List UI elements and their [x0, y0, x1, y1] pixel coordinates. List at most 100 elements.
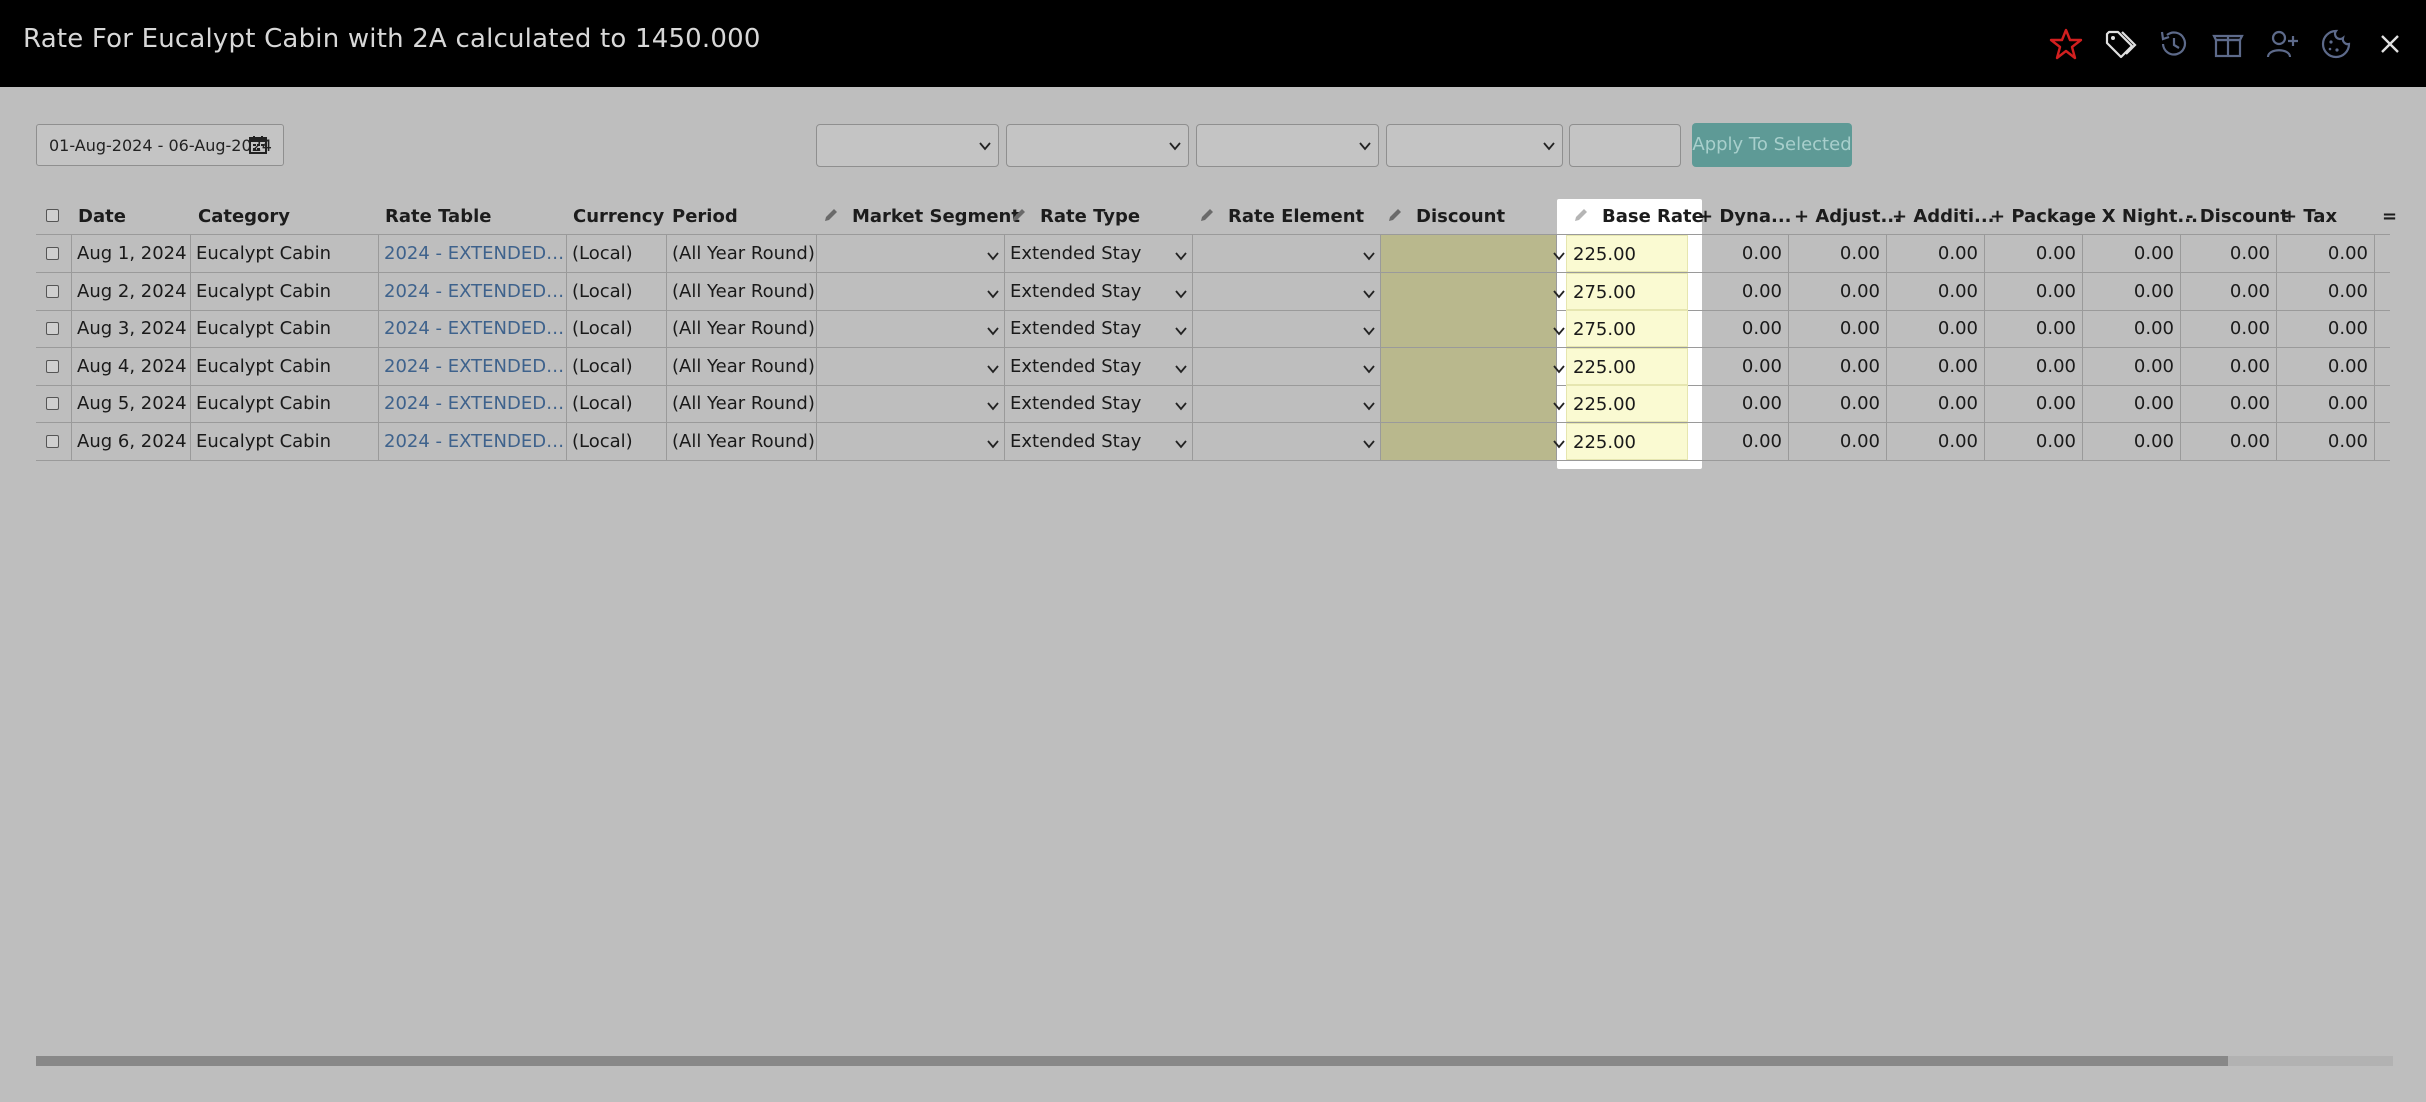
additional-cell: 0.00 — [1937, 280, 1978, 302]
base-rate-input[interactable]: 275.00 — [1566, 272, 1688, 310]
header-category[interactable]: Category — [198, 206, 290, 227]
column-divider — [2374, 310, 2375, 347]
market-segment-dropdown[interactable] — [816, 235, 1004, 272]
bulk-market-segment-select[interactable] — [816, 124, 999, 167]
row-checkbox[interactable] — [46, 359, 59, 373]
discount-dropdown[interactable] — [1380, 310, 1556, 347]
header-adjust[interactable]: + Adjust... — [1794, 206, 1901, 227]
rate-element-dropdown[interactable] — [1192, 423, 1380, 460]
market-segment-dropdown[interactable] — [816, 273, 1004, 310]
adjust-cell: 0.00 — [1839, 393, 1880, 414]
chevron-down-icon — [1362, 323, 1376, 337]
header-rate-type[interactable]: Rate Type — [1040, 206, 1140, 227]
rate-type-dropdown[interactable]: Extended Stay — [1004, 310, 1174, 347]
rate-table-link[interactable]: 2024 - EXTENDED S... — [378, 423, 566, 460]
base-rate-input[interactable]: 225.00 — [1566, 422, 1688, 460]
chevron-down-icon — [1362, 248, 1376, 262]
header-discount[interactable]: Discount — [1416, 206, 1505, 227]
close-icon[interactable] — [2372, 26, 2408, 62]
market-segment-dropdown[interactable] — [816, 423, 1004, 460]
rate-table-link[interactable]: 2024 - EXTENDED S... — [378, 235, 566, 272]
bulk-discount-select[interactable] — [1386, 124, 1563, 167]
base-rate-input[interactable]: 225.00 — [1566, 385, 1688, 422]
rate-type-dropdown[interactable]: Extended Stay — [1004, 235, 1174, 272]
table-row[interactable]: Aug 5, 2024 Eucalypt Cabin 2024 - EXTENDED… — [36, 385, 2390, 423]
additional-cell: 0.00 — [1937, 355, 1978, 377]
history-icon[interactable] — [2156, 26, 2192, 62]
additional-cell: 0.00 — [1937, 430, 1978, 452]
chevron-down-icon — [986, 323, 1000, 337]
header-dynamic[interactable]: + Dyna... — [1698, 206, 1792, 227]
rate-element-dropdown[interactable] — [1192, 273, 1380, 310]
header-x-night[interactable]: - X Night... — [2088, 206, 2198, 227]
date-cell: Aug 1, 2024 — [77, 243, 187, 264]
package-icon[interactable] — [2210, 26, 2246, 62]
apply-to-selected-button[interactable]: Apply To Selected — [1692, 123, 1852, 167]
header-rate-element[interactable]: Rate Element — [1228, 206, 1364, 227]
chevron-down-icon — [1552, 398, 1566, 412]
star-icon[interactable] — [2048, 26, 2084, 62]
rate-table-link[interactable]: 2024 - EXTENDED S... — [378, 348, 566, 385]
horizontal-scrollbar-thumb[interactable] — [36, 1056, 2228, 1066]
rate-element-dropdown[interactable] — [1192, 348, 1380, 385]
discount-dropdown[interactable] — [1380, 385, 1556, 422]
header-date[interactable]: Date — [78, 206, 126, 227]
tags-icon[interactable] — [2102, 26, 2138, 62]
row-checkbox[interactable] — [46, 322, 59, 335]
table-row[interactable]: Aug 2, 2024 Eucalypt Cabin 2024 - EXTENDED… — [36, 272, 2390, 311]
header-market-segment[interactable]: Market Segment — [852, 206, 1020, 227]
add-guest-icon[interactable] — [2264, 26, 2300, 62]
rate-element-dropdown[interactable] — [1192, 310, 1380, 347]
rate-table-link[interactable]: 2024 - EXTENDED S... — [378, 385, 566, 422]
header-currency[interactable]: Currency — [573, 206, 664, 227]
calendar-icon[interactable] — [247, 134, 269, 156]
rate-type-dropdown[interactable]: Extended Stay — [1004, 348, 1174, 385]
discount-dropdown[interactable] — [1380, 348, 1556, 385]
header-base-rate[interactable]: Base Rate — [1602, 206, 1704, 227]
rate-element-dropdown[interactable] — [1192, 235, 1380, 272]
base-rate-input[interactable]: 225.00 — [1566, 235, 1688, 272]
header-rate-table[interactable]: Rate Table — [385, 206, 491, 227]
base-rate-input[interactable]: 275.00 — [1566, 310, 1688, 347]
table-row[interactable]: Aug 3, 2024 Eucalypt Cabin 2024 - EXTENDED… — [36, 310, 2390, 348]
header-additional[interactable]: + Additi... — [1892, 206, 1995, 227]
rate-type-dropdown[interactable]: Extended Stay — [1004, 385, 1174, 422]
discount-dropdown[interactable] — [1380, 235, 1556, 272]
additional-cell: 0.00 — [1937, 243, 1978, 264]
market-segment-dropdown[interactable] — [816, 310, 1004, 347]
table-row[interactable]: Aug 1, 2024 Eucalypt Cabin 2024 - EXTENDED… — [36, 235, 2390, 273]
base-rate-input[interactable]: 225.00 — [1566, 347, 1688, 385]
package-cell: 0.00 — [2035, 355, 2076, 377]
chevron-down-icon — [1543, 142, 1555, 151]
row-checkbox[interactable] — [46, 434, 59, 448]
rate-table-link[interactable]: 2024 - EXTENDED S... — [378, 273, 566, 310]
select-all-checkbox[interactable] — [46, 209, 59, 222]
chevron-down-icon — [1174, 286, 1188, 300]
bulk-rate-element-select[interactable] — [1196, 124, 1379, 167]
row-checkbox[interactable] — [46, 397, 59, 410]
rate-type-dropdown[interactable]: Extended Stay — [1004, 273, 1174, 310]
market-segment-dropdown[interactable] — [816, 348, 1004, 385]
header-tax[interactable]: + Tax — [2282, 206, 2337, 227]
rate-table-link[interactable]: 2024 - EXTENDED S... — [378, 310, 566, 347]
discount-dropdown[interactable] — [1380, 273, 1556, 310]
chevron-down-icon — [1552, 323, 1566, 337]
header-package[interactable]: + Package — [1990, 206, 2096, 227]
rate-type-dropdown[interactable]: Extended Stay — [1004, 423, 1174, 460]
bulk-base-rate-input[interactable] — [1569, 124, 1681, 167]
header-period[interactable]: Period — [672, 206, 738, 227]
bulk-rate-type-select[interactable] — [1006, 124, 1189, 167]
header-minus-discount[interactable]: - Discount — [2186, 206, 2289, 227]
date-range-picker[interactable]: 01-Aug-2024 - 06-Aug-2024 — [36, 124, 284, 166]
row-checkbox[interactable] — [46, 247, 59, 260]
date-cell: Aug 2, 2024 — [77, 280, 187, 302]
category-cell: Eucalypt Cabin — [196, 318, 331, 339]
cookie-icon[interactable] — [2318, 26, 2354, 62]
table-row[interactable]: Aug 4, 2024 Eucalypt Cabin 2024 - EXTENDED… — [36, 347, 2390, 386]
discount-dropdown[interactable] — [1380, 423, 1556, 460]
table-row[interactable]: Aug 6, 2024 Eucalypt Cabin 2024 - EXTENDED… — [36, 422, 2390, 461]
currency-cell: (Local) — [572, 393, 633, 414]
rate-element-dropdown[interactable] — [1192, 385, 1380, 422]
row-checkbox[interactable] — [46, 284, 59, 298]
market-segment-dropdown[interactable] — [816, 385, 1004, 422]
